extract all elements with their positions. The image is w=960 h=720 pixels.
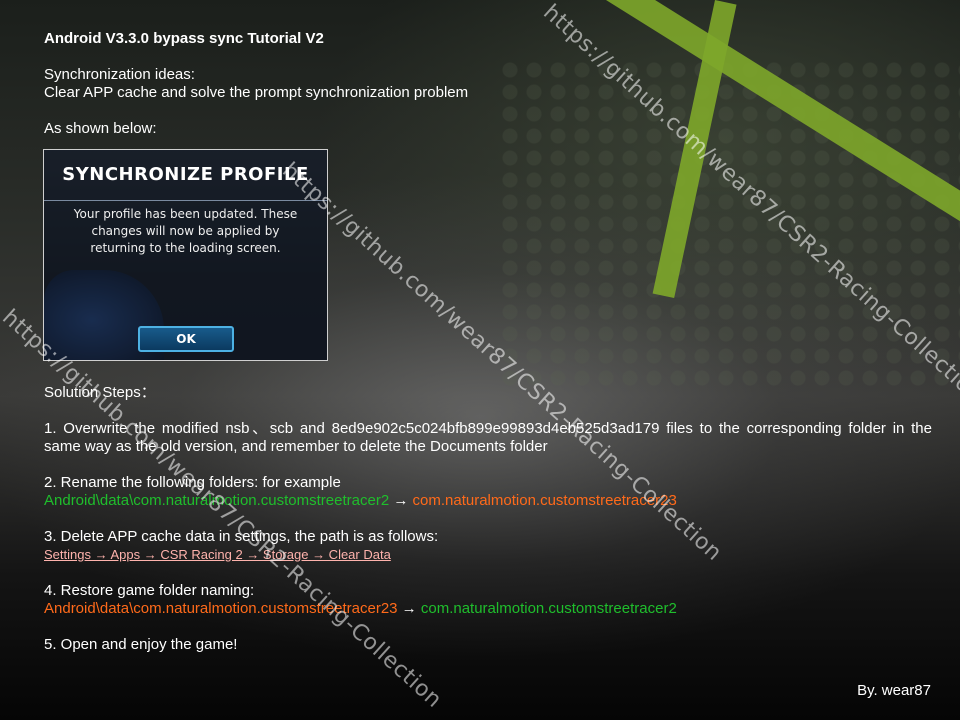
step-4-title: 4. Restore game folder naming: (44, 582, 255, 599)
step-3-title: 3. Delete APP cache data in settings, th… (44, 528, 439, 545)
step-1: 1. Overwrite the modified nsb、scb and 8e… (44, 420, 932, 455)
dialog-message: Your profile has been updated. These cha… (73, 207, 298, 255)
shown-below-label: As shown below: (44, 120, 157, 137)
ideas-line: Clear APP cache and solve the prompt syn… (44, 84, 469, 101)
step-2-paths: Android\data\com.naturalmotion.customstr… (44, 492, 932, 510)
arrow-icon: → (389, 492, 413, 509)
arrow-icon: → (397, 600, 421, 617)
author-byline: By. wear87 (857, 682, 931, 699)
ideas-heading: Synchronization ideas: (44, 66, 195, 83)
step-3-path-line: Settings → Apps → CSR Racing 2 → Storage… (44, 546, 932, 564)
settings-path-link[interactable]: Settings → Apps → CSR Racing 2 → Storage… (44, 547, 391, 562)
solution-section: Solution Steps： 1. Overwrite the modifie… (44, 384, 932, 654)
step-4-paths: Android\data\com.naturalmotion.customstr… (44, 600, 932, 618)
dialog-divider (44, 200, 327, 201)
intro-section: Android V3.3.0 bypass sync Tutorial V2 S… (44, 30, 932, 138)
page-title: Android V3.3.0 bypass sync Tutorial V2 (44, 30, 324, 47)
ok-button: OK (138, 326, 234, 352)
step-4-to-path: com.naturalmotion.customstreetracer2 (420, 600, 677, 617)
solution-heading: Solution Steps： (44, 384, 156, 401)
step-5: 5. Open and enjoy the game! (44, 636, 238, 653)
